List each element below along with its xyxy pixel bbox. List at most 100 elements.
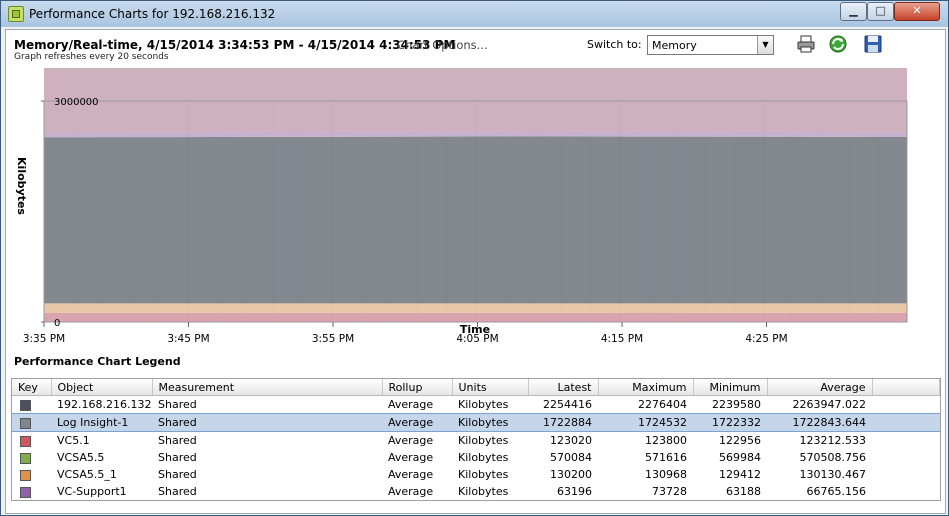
legend-cell-object: VCSA5.5_1 (57, 468, 117, 481)
legend-cell-latest: 123020 (550, 434, 592, 447)
legend-cell-maximum: 2276404 (638, 398, 687, 411)
legend-row[interactable]: Log Insight-1 Shared Average Kilobytes 17228… (12, 413, 940, 432)
legend-cell-minimum: 129412 (719, 468, 761, 481)
legend-cell-measurement: Shared (158, 468, 197, 481)
refresh-icon[interactable] (828, 34, 848, 54)
y-axis-label: Kilobytes (15, 157, 28, 215)
x-tick-label: 3:35 PM (23, 333, 65, 345)
legend-cell-maximum: 73728 (652, 485, 687, 498)
legend-column-header[interactable]: Measurement (152, 379, 383, 396)
legend-cell-object: VC5.1 (57, 434, 90, 447)
chart-series-areas (44, 68, 907, 322)
legend-cell-measurement: Shared (158, 434, 197, 447)
legend-cell-measurement: Shared (158, 451, 197, 464)
legend-cell-minimum: 1722332 (693, 413, 767, 432)
legend-cell-maximum: 123800 (645, 434, 687, 447)
legend-column-header[interactable]: Average (767, 379, 873, 396)
legend-cell-rollup: Average (388, 398, 434, 411)
legend-cell-latest: 2254416 (543, 398, 592, 411)
printer-icon[interactable] (796, 34, 816, 54)
legend-cell-filler (872, 396, 940, 414)
performance-charts-window: Performance Charts for 192.168.216.132 ▁… (0, 0, 949, 516)
switch-to-select[interactable]: Memory ▼ (647, 35, 774, 55)
app-icon (8, 6, 24, 22)
legend-cell-rollup: Average (388, 485, 434, 498)
x-tick-label: 4:25 PM (745, 333, 787, 345)
minimize-icon: ▁ (849, 4, 858, 17)
legend-row[interactable]: VC5.1 Shared Average Kilobytes 123020 123800 1… (12, 432, 940, 450)
chevron-down-icon[interactable]: ▼ (757, 36, 773, 54)
switch-to-label: Switch to: (587, 38, 642, 51)
legend-cell-minimum: 2239580 (712, 398, 761, 411)
x-tick-label: 3:45 PM (167, 333, 209, 345)
legend-cell-latest: 1722884 (528, 413, 598, 432)
legend-key-cell (12, 483, 51, 500)
y-tick-label: 3000000 (54, 97, 99, 108)
title-bar[interactable]: Performance Charts for 192.168.216.132 ▁… (1, 1, 948, 27)
close-icon: ✕ (912, 4, 922, 17)
switch-to-value: Memory (652, 39, 697, 52)
legend-row[interactable]: VCSA5.5 Shared Average Kilobytes 570084 57161… (12, 449, 940, 466)
legend-cell-latest: 570084 (550, 451, 592, 464)
legend-column-header[interactable]: Maximum (598, 379, 694, 396)
maximize-button[interactable]: □ (867, 2, 894, 21)
legend-row[interactable]: VCSA5.5_1 Shared Average Kilobytes 130200 130… (12, 466, 940, 483)
legend-cell-average: 66765.156 (806, 485, 867, 498)
legend-cell-average: 2263947.022 (792, 398, 866, 411)
legend-cell-filler (872, 466, 940, 483)
legend-cell-maximum: 130968 (645, 468, 687, 481)
legend-cell-minimum: 63188 (726, 485, 761, 498)
x-axis-label: Time (460, 323, 490, 336)
chart-panel: Memory/Real-time, 4/15/2014 3:34:53 PM -… (5, 29, 946, 514)
x-tick-label: 3:55 PM (312, 333, 354, 345)
legend-header-row: Key Object Measurement Rollup Units Latest Max… (12, 379, 940, 396)
area-series (44, 312, 907, 322)
legend-cell-maximum: 571616 (645, 451, 687, 464)
legend-cell-measurement: Shared (158, 398, 197, 411)
legend-column-filler (872, 379, 940, 396)
legend-column-header[interactable]: Object (51, 379, 153, 396)
legend-cell-object: VCSA5.5 (57, 451, 105, 464)
save-icon[interactable] (863, 34, 883, 54)
color-swatch (20, 469, 31, 481)
legend-body: 192.168.216.132 Shared Average Kilobytes 225… (12, 396, 940, 501)
legend-cell-average: 570508.756 (799, 451, 866, 464)
close-button[interactable]: ✕ (894, 2, 940, 21)
area-series (44, 68, 907, 133)
legend-cell-filler (872, 449, 940, 466)
legend-cell-units: Kilobytes (458, 485, 509, 498)
legend-cell-object: VC-Support1 (57, 485, 127, 498)
legend-cell-filler (872, 483, 940, 500)
legend-column-header[interactable]: Minimum (693, 379, 768, 396)
y-tick-label: 0 (54, 318, 60, 329)
legend-cell-object: 192.168.216.132 (57, 398, 152, 411)
legend-table: Key Object Measurement Rollup Units Latest Max… (11, 378, 941, 501)
legend-cell-maximum: 1724532 (598, 413, 693, 432)
memory-chart: 30000000 3:35 PM 3:45 PM 3:55 PM 4:05 PM 4:1… (15, 68, 908, 345)
area-series (44, 303, 907, 313)
legend-column-header[interactable]: Key (12, 379, 52, 396)
x-tick-label: 4:15 PM (601, 333, 643, 345)
legend-title: Performance Chart Legend (14, 355, 181, 368)
chart-options-link[interactable]: Chart Options... (397, 38, 488, 52)
legend-row[interactable]: VC-Support1 Shared Average Kilobytes 63196 73… (12, 483, 940, 500)
legend-column-header[interactable]: Latest (528, 379, 599, 396)
legend-cell-rollup: Average (382, 413, 452, 432)
minimize-button[interactable]: ▁ (840, 2, 867, 21)
legend-cell-rollup: Average (388, 434, 434, 447)
legend-cell-rollup: Average (388, 468, 434, 481)
legend-cell-latest: 63196 (557, 485, 592, 498)
legend-cell-units: Kilobytes (452, 413, 528, 432)
color-swatch (20, 452, 31, 464)
legend-column-header[interactable]: Units (452, 379, 529, 396)
legend-cell-minimum: 122956 (719, 434, 761, 447)
legend-key-cell (12, 432, 51, 450)
legend-cell-minimum: 569984 (719, 451, 761, 464)
legend-column-header[interactable]: Rollup (382, 379, 453, 396)
legend-row[interactable]: 192.168.216.132 Shared Average Kilobytes 225… (12, 396, 940, 414)
legend-cell-rollup: Average (388, 451, 434, 464)
x-axis-ticks: 3:35 PM 3:45 PM 3:55 PM 4:05 PM 4:15 PM 4:25 … (23, 322, 788, 345)
refresh-note: Graph refreshes every 20 seconds (14, 52, 169, 62)
legend-cell-units: Kilobytes (458, 451, 509, 464)
legend-key-cell (12, 396, 51, 414)
